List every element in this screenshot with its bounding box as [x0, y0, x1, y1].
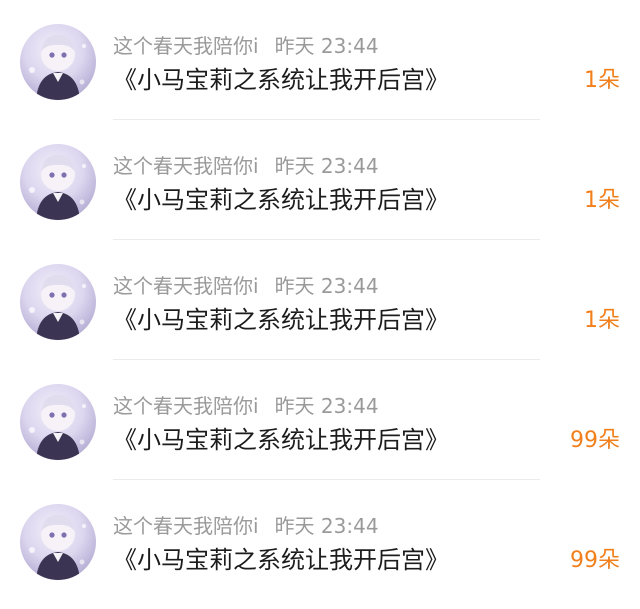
message-text: 《小马宝莉之系统让我开后宫》: [113, 306, 449, 334]
avatar[interactable]: [20, 384, 96, 460]
message-meta: 这个春天我陪你i 昨天 23:44: [113, 511, 379, 541]
message-meta: 这个春天我陪你i 昨天 23:44: [113, 31, 379, 61]
avatar[interactable]: [20, 264, 96, 340]
username[interactable]: 这个春天我陪你i: [113, 154, 259, 178]
list-item[interactable]: 这个春天我陪你i 昨天 23:44 《小马宝莉之系统让我开后宫》 1朵: [0, 0, 640, 120]
message-text: 《小马宝莉之系统让我开后宫》: [113, 186, 449, 214]
anime-character-avatar-icon: [29, 34, 86, 100]
timestamp: 昨天 23:44: [274, 394, 379, 418]
flower-count: 1朵: [584, 68, 620, 93]
avatar[interactable]: [20, 504, 96, 580]
anime-character-avatar-icon: [29, 514, 86, 580]
list-item[interactable]: 这个春天我陪你i 昨天 23:44 《小马宝莉之系统让我开后宫》 99朵: [0, 360, 640, 480]
flower-count: 1朵: [584, 308, 620, 333]
list-item[interactable]: 这个春天我陪你i 昨天 23:44 《小马宝莉之系统让我开后宫》 1朵: [0, 120, 640, 240]
timestamp: 昨天 23:44: [274, 34, 379, 58]
anime-character-avatar-icon: [29, 154, 86, 220]
timestamp: 昨天 23:44: [274, 154, 379, 178]
timestamp: 昨天 23:44: [274, 514, 379, 538]
message-meta: 这个春天我陪你i 昨天 23:44: [113, 151, 379, 181]
avatar[interactable]: [20, 24, 96, 100]
message-text: 《小马宝莉之系统让我开后宫》: [113, 426, 449, 454]
flower-count: 99朵: [570, 548, 620, 573]
message-meta: 这个春天我陪你i 昨天 23:44: [113, 391, 379, 421]
message-text: 《小马宝莉之系统让我开后宫》: [113, 546, 449, 574]
username[interactable]: 这个春天我陪你i: [113, 274, 259, 298]
username[interactable]: 这个春天我陪你i: [113, 514, 259, 538]
timestamp: 昨天 23:44: [274, 274, 379, 298]
anime-character-avatar-icon: [29, 274, 86, 340]
list-item[interactable]: 这个春天我陪你i 昨天 23:44 《小马宝莉之系统让我开后宫》 99朵: [0, 480, 640, 600]
avatar[interactable]: [20, 144, 96, 220]
anime-character-avatar-icon: [29, 394, 86, 460]
list-item[interactable]: 这个春天我陪你i 昨天 23:44 《小马宝莉之系统让我开后宫》 1朵: [0, 240, 640, 360]
username[interactable]: 这个春天我陪你i: [113, 394, 259, 418]
message-text: 《小马宝莉之系统让我开后宫》: [113, 66, 449, 94]
gift-list: 这个春天我陪你i 昨天 23:44 《小马宝莉之系统让我开后宫》 1朵 这个春天我…: [0, 0, 640, 609]
flower-count: 1朵: [584, 188, 620, 213]
username[interactable]: 这个春天我陪你i: [113, 34, 259, 58]
flower-count: 99朵: [570, 428, 620, 453]
message-meta: 这个春天我陪你i 昨天 23:44: [113, 271, 379, 301]
